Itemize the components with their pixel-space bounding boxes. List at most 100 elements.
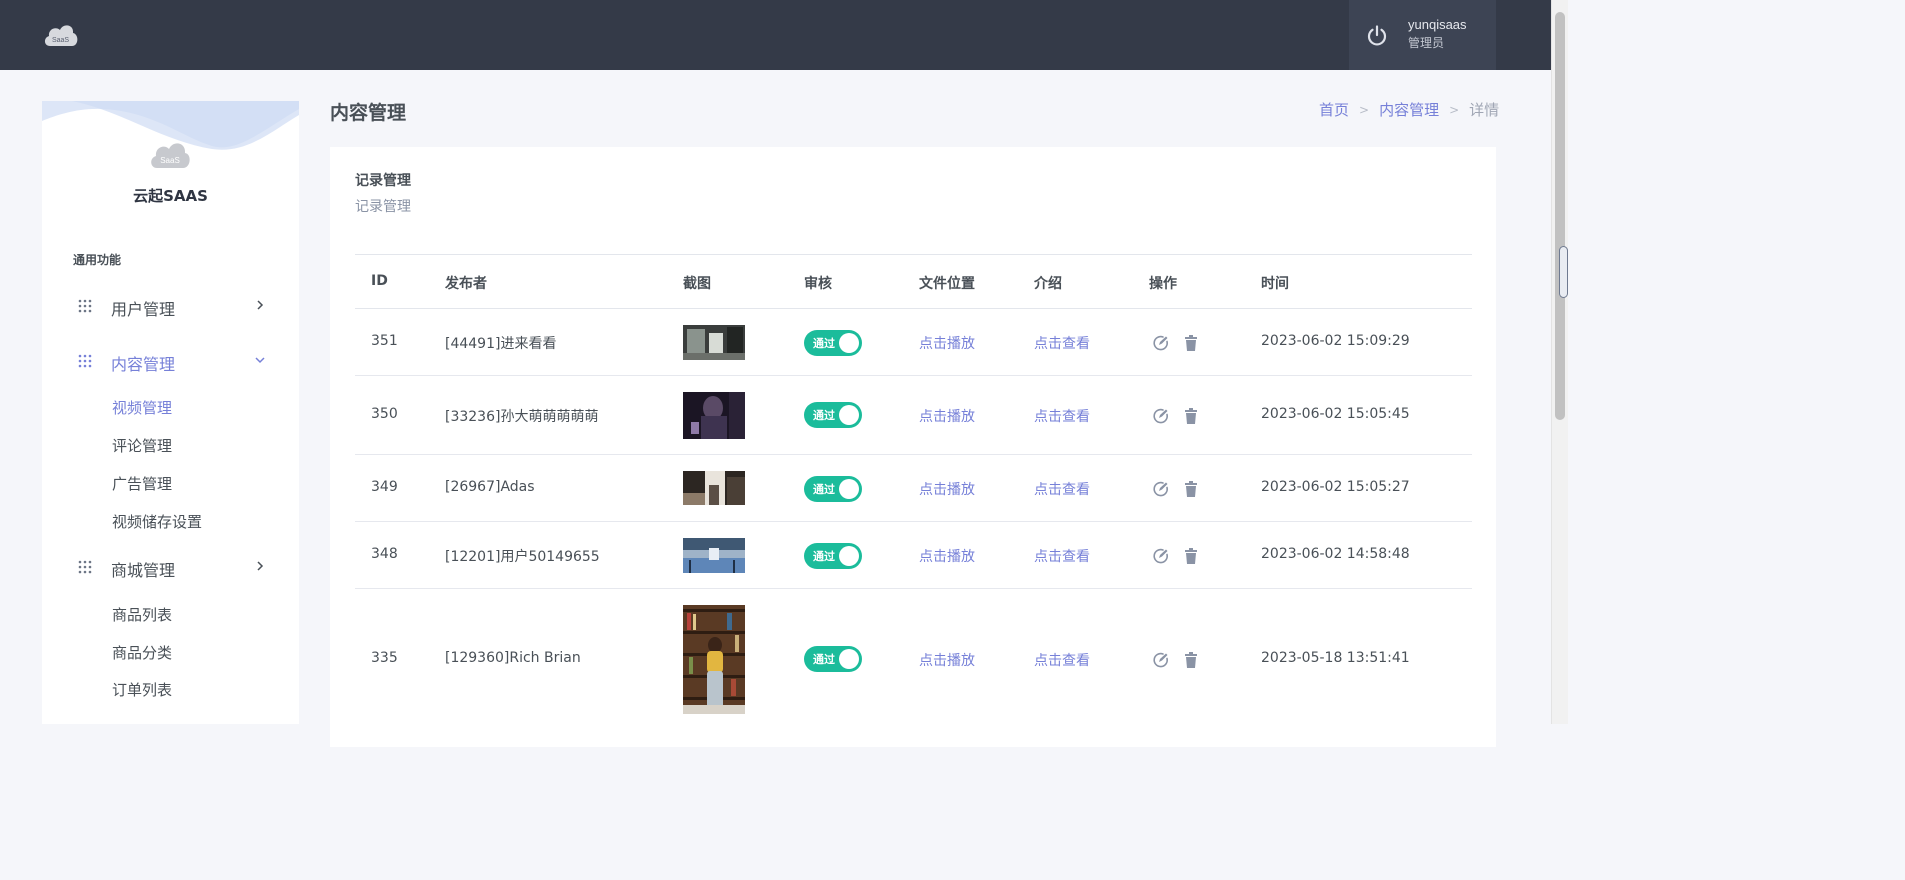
video-thumbnail[interactable] [683, 392, 745, 439]
submenu-video-storage-settings[interactable]: 视频储存设置 [112, 511, 202, 532]
trash-icon[interactable] [1182, 480, 1200, 498]
video-thumbnail[interactable] [683, 325, 745, 360]
page-title: 内容管理 [330, 102, 407, 124]
submenu-ad-management[interactable]: 广告管理 [112, 473, 172, 494]
chevron-right-icon: > [1449, 102, 1460, 117]
scroll-thumb[interactable] [1555, 12, 1565, 420]
cell-publisher: [26967]Adas [445, 479, 535, 495]
page-scrollbar[interactable] [1551, 0, 1568, 724]
records-card: 记录管理 记录管理 ID 发布者 截图 审核 文件位置 介绍 操作 时间 351… [330, 147, 1496, 747]
menu-user-management[interactable]: 用户管理 [42, 287, 299, 325]
saas-logo-icon: SaaS [148, 137, 192, 173]
power-icon[interactable] [1365, 24, 1389, 48]
review-toggle[interactable]: 通过 [804, 330, 862, 356]
cell-id: 349 [371, 479, 398, 495]
menu-label: 商城管理 [111, 561, 176, 580]
play-link[interactable]: 点击播放 [919, 650, 975, 670]
svg-text:SaaS: SaaS [160, 156, 180, 165]
card-subtitle: 记录管理 [355, 199, 411, 215]
review-toggle[interactable]: 通过 [804, 543, 862, 569]
user-menu[interactable]: yunqisaas 管理员 [1349, 0, 1496, 70]
toggle-knob [839, 479, 859, 499]
sidebar: SaaS 云起SAAS 通用功能 用户管理 内容管理 视频管理 评论管理 广告管… [42, 101, 299, 724]
toggle-knob [839, 333, 859, 353]
play-link[interactable]: 点击播放 [919, 546, 975, 566]
chevron-right-icon [257, 561, 264, 571]
toggle-label: 通过 [813, 653, 835, 666]
records-table: ID 发布者 截图 审核 文件位置 介绍 操作 时间 351 [44491]进来… [355, 254, 1472, 729]
header-file-location: 文件位置 [919, 276, 975, 292]
trash-icon[interactable] [1182, 547, 1200, 565]
edit-icon[interactable] [1152, 334, 1170, 352]
header-actions: 操作 [1149, 276, 1177, 292]
cell-id: 335 [371, 650, 398, 666]
header-review: 审核 [804, 276, 832, 292]
play-link[interactable]: 点击播放 [919, 406, 975, 426]
view-intro-link[interactable]: 点击查看 [1034, 479, 1090, 499]
cell-publisher: [44491]进来看看 [445, 336, 557, 352]
play-link[interactable]: 点击播放 [919, 333, 975, 353]
top-bar: SaaS yunqisaas 管理员 [0, 0, 1551, 70]
brand-name: 云起SAAS [133, 187, 208, 205]
breadcrumb-home[interactable]: 首页 [1319, 99, 1349, 120]
edit-icon[interactable] [1152, 480, 1170, 498]
view-intro-link[interactable]: 点击查看 [1034, 333, 1090, 353]
saas-logo-icon[interactable]: SaaS [42, 20, 80, 50]
menu-label: 内容管理 [111, 355, 176, 374]
menu-content-management[interactable]: 内容管理 [42, 342, 299, 380]
breadcrumb-content[interactable]: 内容管理 [1379, 99, 1439, 120]
cell-id: 348 [371, 546, 398, 562]
edit-icon[interactable] [1152, 547, 1170, 565]
toggle-knob [839, 405, 859, 425]
scroll-position-marker[interactable] [1559, 246, 1568, 298]
cell-publisher: [33236]孙大萌萌萌萌萌 [445, 409, 599, 425]
user-name: yunqisaas [1408, 17, 1467, 32]
table-row: 349 [26967]Adas 通过 点击播放 点击查看 2023-06-02 … [355, 455, 1472, 522]
edit-icon[interactable] [1152, 407, 1170, 425]
toggle-knob [839, 649, 859, 669]
view-intro-link[interactable]: 点击查看 [1034, 650, 1090, 670]
review-toggle[interactable]: 通过 [804, 402, 862, 428]
submenu-video-management[interactable]: 视频管理 [112, 397, 172, 418]
submenu-comment-management[interactable]: 评论管理 [112, 435, 172, 456]
toggle-label: 通过 [813, 550, 835, 563]
view-intro-link[interactable]: 点击查看 [1034, 406, 1090, 426]
chevron-right-icon: > [1359, 102, 1370, 117]
video-thumbnail[interactable] [683, 605, 745, 714]
submenu-product-category[interactable]: 商品分类 [112, 642, 172, 663]
view-intro-link[interactable]: 点击查看 [1034, 546, 1090, 566]
submenu-order-list[interactable]: 订单列表 [112, 679, 172, 700]
table-row: 351 [44491]进来看看 通过 点击播放 点击查看 2023-06-02 … [355, 309, 1472, 376]
cell-time: 2023-06-02 15:09:29 [1261, 333, 1410, 349]
cell-time: 2023-05-18 13:51:41 [1261, 650, 1410, 666]
cell-publisher: [12201]用户50149655 [445, 549, 600, 565]
video-thumbnail[interactable] [683, 538, 745, 573]
edit-icon[interactable] [1152, 651, 1170, 669]
card-title: 记录管理 [355, 173, 411, 189]
user-role: 管理员 [1408, 36, 1445, 50]
play-link[interactable]: 点击播放 [919, 479, 975, 499]
table-row: 348 [12201]用户50149655 通过 点击播放 点击查看 2023-… [355, 522, 1472, 589]
cell-time: 2023-06-02 15:05:27 [1261, 479, 1410, 495]
toggle-label: 通过 [813, 409, 835, 422]
trash-icon[interactable] [1182, 334, 1200, 352]
cell-time: 2023-06-02 14:58:48 [1261, 546, 1410, 562]
trash-icon[interactable] [1182, 407, 1200, 425]
table-row: 350 [33236]孙大萌萌萌萌萌 通过 点击播放 点击查看 2023-06-… [355, 376, 1472, 455]
grid-icon [78, 299, 92, 313]
review-toggle[interactable]: 通过 [804, 476, 862, 502]
menu-label: 用户管理 [111, 300, 176, 319]
toggle-knob [839, 546, 859, 566]
breadcrumb: 首页 > 内容管理 > 详情 [1319, 99, 1499, 120]
header-intro: 介绍 [1034, 276, 1062, 292]
menu-mall-management[interactable]: 商城管理 [42, 548, 299, 586]
submenu-product-list[interactable]: 商品列表 [112, 604, 172, 625]
header-publisher: 发布者 [445, 276, 487, 292]
review-toggle[interactable]: 通过 [804, 646, 862, 672]
trash-icon[interactable] [1182, 651, 1200, 669]
table-row: 335 [129360]Rich Brian 通过 点击播放 点击查看 2023… [355, 589, 1472, 729]
video-thumbnail[interactable] [683, 471, 745, 505]
section-title: 通用功能 [73, 253, 122, 267]
cell-time: 2023-06-02 15:05:45 [1261, 406, 1410, 422]
breadcrumb-current: 详情 [1469, 101, 1500, 119]
